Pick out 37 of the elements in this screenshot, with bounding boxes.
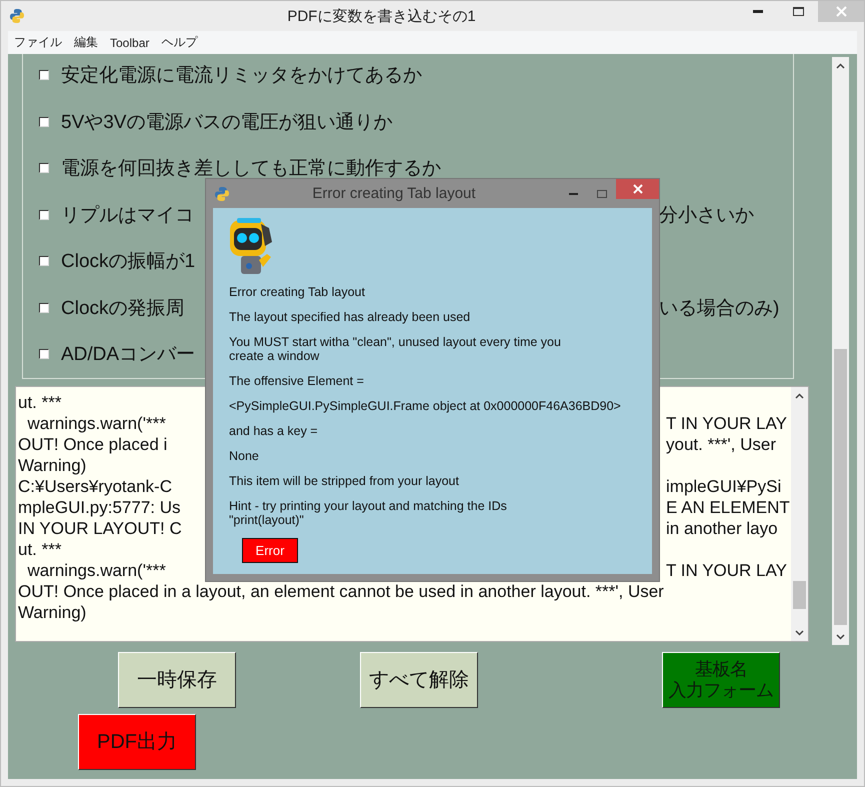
- dialog-message: Error creating Tab layout: [229, 285, 365, 299]
- dialog-message: The layout specified has already been used: [229, 310, 470, 324]
- log-line: ut. ***: [18, 392, 62, 413]
- log-line: mpleGUI.py:5777: Us: [18, 497, 181, 518]
- dialog-message: <PySimpleGUI.PySimpleGUI.Frame object at 0x000000F46A36BD90>: [229, 399, 621, 413]
- log-line: C:¥Users¥ryotank-C: [18, 476, 172, 497]
- log-line: OUT! Once placed in a layout, an element cannot be used in another layout. ***', User: [18, 581, 664, 602]
- log-line: T IN YOUR LAY: [666, 413, 787, 434]
- checklist-label: Clockの振幅が1: [61, 250, 196, 274]
- log-line: Warning): [18, 602, 86, 623]
- log-line: ut. ***: [18, 539, 62, 560]
- dialog-message: The offensive Element =: [229, 374, 364, 388]
- log-line: yout. ***', User: [666, 434, 776, 455]
- window-title: PDFに変数を書き込むその1: [286, 6, 477, 26]
- checklist-label: AD/DAコンバー: [61, 343, 196, 368]
- dialog-message: and has a key =: [229, 424, 318, 438]
- dialog-message: You MUST start witha "clean", unused layout every time you create a window: [229, 335, 561, 363]
- log-line: warnings.warn('***: [26, 560, 166, 581]
- log-line: warnings.warn('***: [26, 413, 166, 434]
- checklist-label: 分小さいか: [659, 204, 754, 228]
- checklist-label: 電源を何回抜き差ししても正常に動作するか: [61, 157, 441, 182]
- log-line: in another layo: [666, 518, 778, 539]
- dialog-message: Hint - try printing your layout and matching the IDs "print(layout)": [229, 499, 507, 527]
- log-line: OUT! Once placed i: [18, 434, 168, 455]
- checklist-label: いる場合のみ): [659, 296, 780, 321]
- log-line: Warning): [18, 455, 86, 476]
- dialog-title: Error creating Tab layout: [311, 185, 477, 202]
- checklist-label: Clockの発振周: [61, 296, 185, 321]
- dialog-message: This item will be stripped from your layout: [229, 474, 459, 488]
- checklist-label: リプルはマイコ: [61, 204, 194, 228]
- log-line: T IN YOUR LAY: [666, 560, 787, 581]
- checklist-label: 5Vや3Vの電源バスの電圧が狙い通りか: [61, 110, 392, 135]
- log-line: IN YOUR LAYOUT! C: [18, 518, 182, 539]
- checklist-label: 安定化電源に電流リミッタをかけてあるか: [61, 64, 422, 88]
- log-line: E AN ELEMENT: [666, 497, 790, 518]
- log-line: impleGUI¥PySi: [666, 476, 782, 497]
- dialog-message: None: [229, 449, 259, 463]
